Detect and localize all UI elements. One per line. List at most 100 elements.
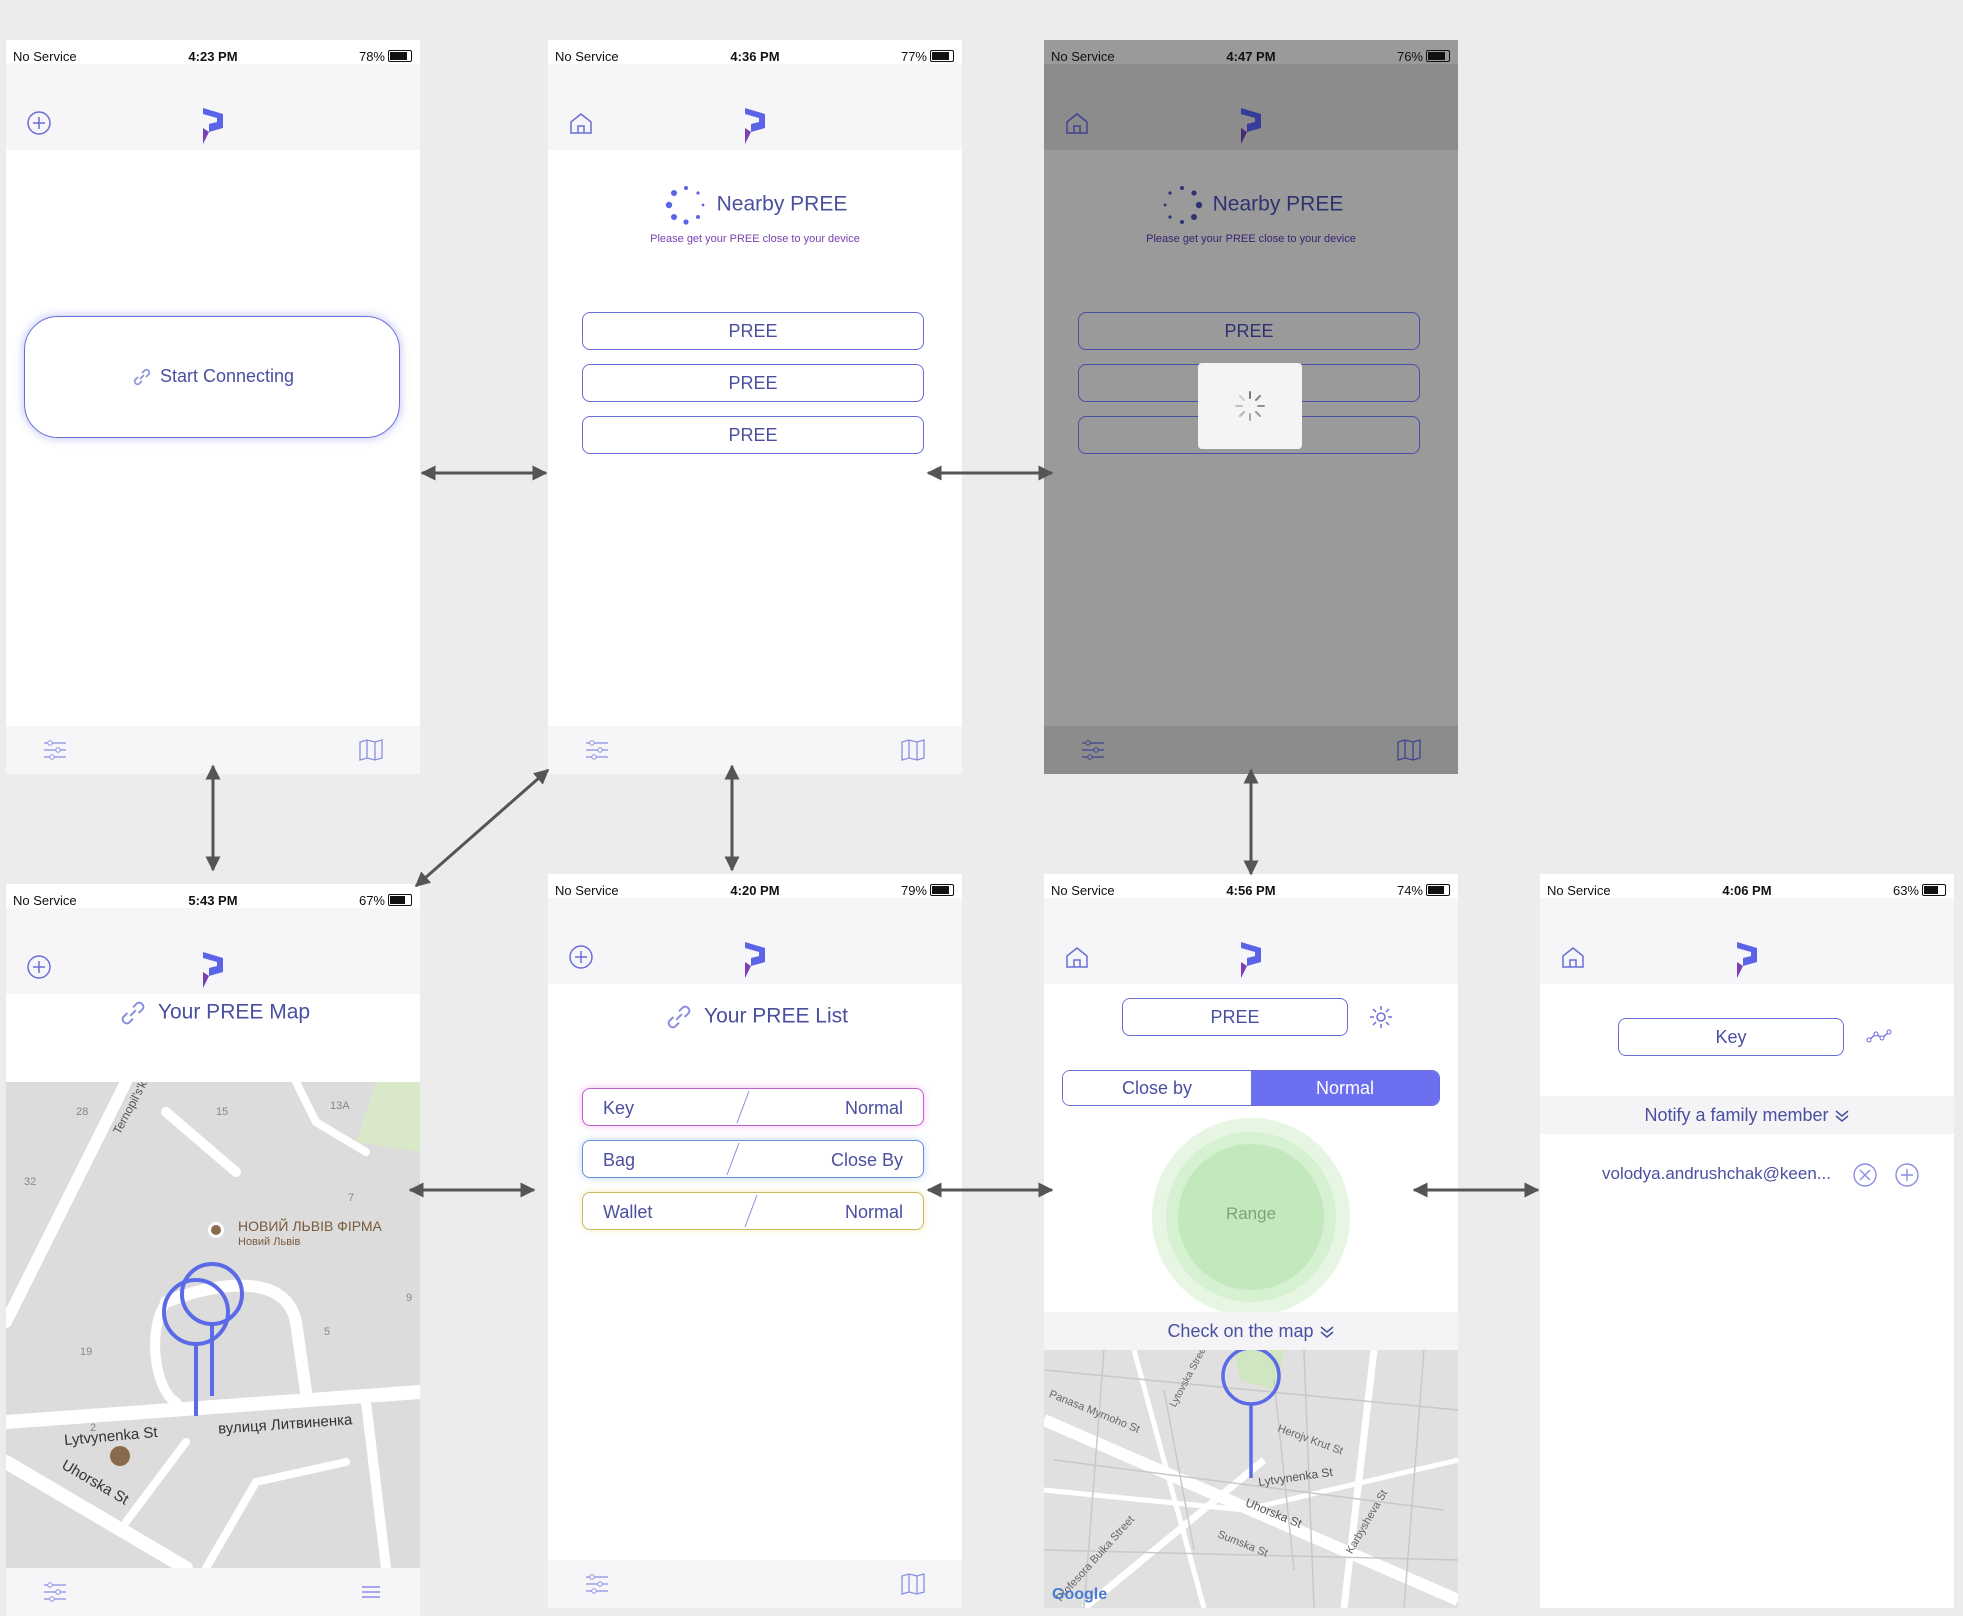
map-icon[interactable]: [358, 738, 384, 762]
item-name: Key: [603, 1098, 635, 1118]
poi-sublabel: Новий Львів: [238, 1236, 301, 1248]
pree-logo-icon: [1241, 108, 1261, 144]
home-icon[interactable]: [1560, 944, 1586, 970]
screen-device-detail: No Service 4:56 PM 74% PREE Close by Nor…: [1044, 874, 1458, 1608]
nearby-title-row: Nearby PREE: [1044, 182, 1458, 228]
house-number: 28: [76, 1106, 89, 1118]
battery-percent: 67%: [358, 893, 385, 908]
divider: [744, 1195, 758, 1227]
loading-spinner-overlay: [1198, 363, 1302, 449]
device-item[interactable]: PREE: [582, 364, 924, 402]
range-indicator: Range: [1152, 1118, 1350, 1316]
pree-logo-icon: [203, 108, 223, 144]
status-right: 74%: [1397, 883, 1450, 898]
battery-percent: 77%: [900, 49, 927, 64]
status-right: 76%: [1397, 49, 1450, 64]
plus-circle-icon[interactable]: [568, 944, 594, 970]
check-map-toggle[interactable]: Check on the map: [1044, 1312, 1458, 1350]
house-number: 32: [24, 1176, 37, 1188]
filter-sliders-icon[interactable]: [42, 1580, 68, 1604]
clock: 4:36 PM: [730, 49, 780, 64]
map-view[interactable]: Ternopil's'ka St Lytvynenka St вулиця Ли…: [6, 1082, 420, 1568]
remove-circle-icon[interactable]: [1852, 1162, 1878, 1188]
link-icon: [667, 1005, 691, 1029]
screen-pree-map: No Service 5:43 PM 67% Your PREE Map Ter…: [6, 884, 420, 1616]
battery-percent: 74%: [1396, 883, 1423, 898]
nearby-title-row: Nearby PREE: [548, 182, 962, 228]
clock: 4:23 PM: [188, 49, 238, 64]
status-bar: No Service 4:20 PM 79%: [548, 874, 962, 898]
clock: 4:47 PM: [1226, 49, 1276, 64]
filter-sliders-icon[interactable]: [42, 738, 68, 762]
house-number: 19: [80, 1346, 93, 1358]
device-item[interactable]: PREE: [1078, 312, 1420, 350]
status-bar: No Service 4:06 PM 63%: [1540, 874, 1954, 898]
pree-logo-icon: [1737, 942, 1757, 978]
house-number: 15: [216, 1106, 229, 1118]
top-bar: [1044, 898, 1458, 984]
family-member-email: volodya.andrushchak@keen...: [1602, 1164, 1831, 1183]
filter-sliders-icon[interactable]: [584, 1572, 610, 1596]
screen-nearby-pree-loading: No Service 4:47 PM 76% Nearby PREE Pleas…: [1044, 40, 1458, 774]
status-bar: No Service 4:56 PM 74%: [1044, 874, 1458, 898]
add-circle-icon[interactable]: [1894, 1162, 1920, 1188]
segment-normal[interactable]: Normal: [1251, 1071, 1439, 1105]
top-bar: [1044, 64, 1458, 150]
house-number: 7: [348, 1192, 355, 1204]
home-icon[interactable]: [1064, 110, 1090, 136]
battery-icon: [388, 50, 412, 62]
pree-logo-icon: [1241, 942, 1261, 978]
top-bar: [548, 898, 962, 984]
divider: [726, 1143, 740, 1175]
page-subtitle: Please get your PREE close to your devic…: [1146, 233, 1356, 245]
share-nodes-icon[interactable]: [1866, 1028, 1892, 1044]
device-item[interactable]: PREE: [582, 312, 924, 350]
place-marker-icon: [110, 1446, 130, 1466]
filter-sliders-icon[interactable]: [584, 738, 610, 762]
home-icon[interactable]: [1064, 944, 1090, 970]
hamburger-menu-icon[interactable]: [358, 1580, 384, 1604]
start-connecting-button[interactable]: Start Connecting: [24, 316, 400, 438]
gear-icon[interactable]: [1368, 1004, 1394, 1030]
map-icon[interactable]: [900, 738, 926, 762]
page-title: Nearby PREE: [716, 192, 848, 216]
location-pin-icon[interactable]: [162, 1256, 252, 1416]
mini-map-view[interactable]: Panasa Myrnoho St Lytvynenka St Uhorska …: [1044, 1350, 1458, 1608]
bottom-bar: [6, 726, 420, 774]
screen-nearby-pree: No Service 4:36 PM 77% Nearby PREE Pleas…: [548, 40, 962, 774]
page-title: Your PREE Map: [157, 1000, 311, 1024]
location-pin-icon[interactable]: [1216, 1350, 1286, 1480]
poi-label: НОВИЙ ЛЬВІВ ФІРМА: [238, 1218, 382, 1234]
map-icon[interactable]: [900, 1572, 926, 1596]
clock: 5:43 PM: [188, 893, 238, 908]
pree-logo-icon: [203, 952, 223, 988]
home-icon[interactable]: [568, 110, 594, 136]
start-connecting-label: Start Connecting: [159, 366, 295, 386]
map-title-row: Your PREE Map: [6, 996, 420, 1030]
plus-circle-icon[interactable]: [26, 954, 52, 980]
device-name-field[interactable]: PREE: [1122, 998, 1348, 1036]
status-right: 67%: [359, 893, 412, 908]
spinner-icon: [1235, 391, 1265, 421]
battery-icon: [1426, 884, 1450, 896]
range-label: Range: [1225, 1204, 1277, 1223]
device-name-field[interactable]: Key: [1618, 1018, 1844, 1056]
segment-close-by[interactable]: Close by: [1063, 1071, 1251, 1105]
device-item[interactable]: PREE: [582, 416, 924, 454]
item-mode: Close By: [830, 1150, 903, 1170]
notify-label: Notify a family member: [1644, 1105, 1829, 1125]
screen-notify-family: No Service 4:06 PM 63% Key Notify a fami…: [1540, 874, 1954, 1608]
notify-family-toggle[interactable]: Notify a family member: [1540, 1096, 1954, 1134]
map-icon[interactable]: [1396, 738, 1422, 762]
list-item[interactable]: Wallet Normal: [582, 1192, 924, 1230]
plus-circle-icon[interactable]: [26, 110, 52, 136]
bottom-bar: [6, 1568, 420, 1616]
filter-sliders-icon[interactable]: [1080, 738, 1106, 762]
list-title-row: Your PREE List: [548, 1000, 962, 1034]
chevron-down-icon: [1835, 1110, 1849, 1123]
battery-icon: [388, 894, 412, 906]
status-right: 77%: [901, 49, 954, 64]
list-item[interactable]: Key Normal: [582, 1088, 924, 1126]
battery-icon: [1922, 884, 1946, 896]
list-item[interactable]: Bag Close By: [582, 1140, 924, 1178]
